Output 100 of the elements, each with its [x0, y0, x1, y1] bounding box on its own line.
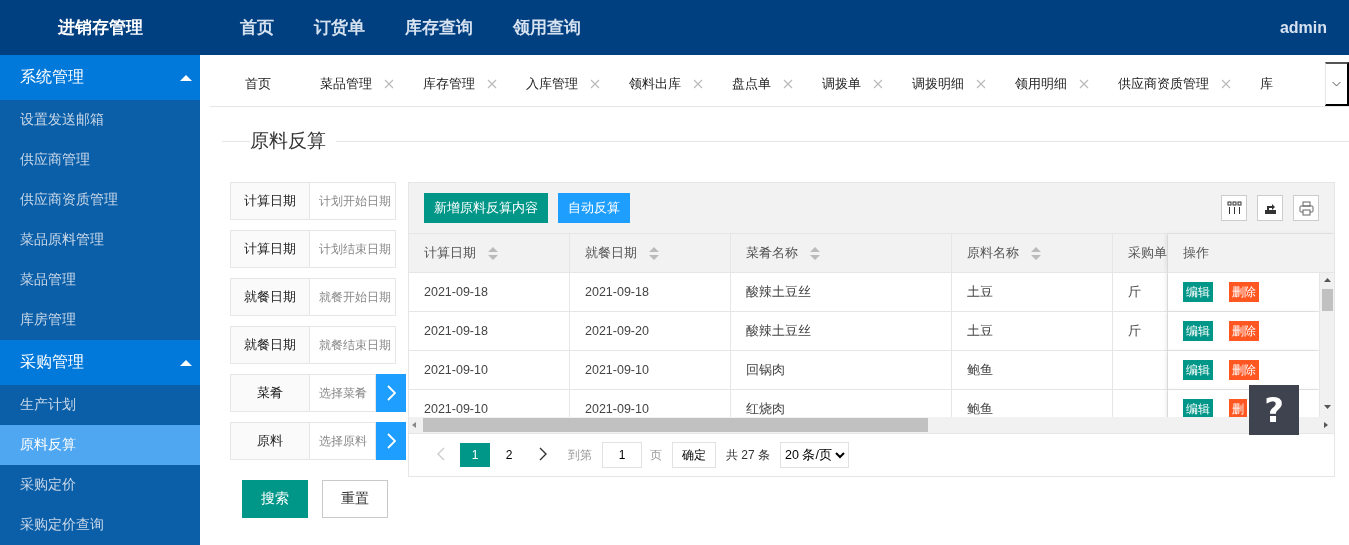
page-input[interactable]: 1	[602, 442, 642, 469]
chevron-right-icon	[386, 385, 396, 401]
menu-item[interactable]: 生产计划	[0, 385, 200, 425]
menu-group[interactable]: 系统管理	[0, 55, 200, 100]
edit-button[interactable]: 编辑	[1183, 282, 1213, 302]
page-tab[interactable]: 供应商资质管理	[1103, 62, 1245, 106]
select-field[interactable]: 选择菜肴	[310, 374, 376, 412]
table-cell: 土豆	[952, 312, 1113, 351]
edit-button[interactable]: 编辑	[1183, 360, 1213, 380]
choose-button[interactable]	[376, 422, 406, 460]
page-title: 原料反算	[249, 129, 327, 153]
menu-group[interactable]: 采购管理	[0, 340, 200, 385]
table-cell: 酸辣土豆丝	[731, 273, 952, 312]
choose-button[interactable]	[376, 374, 406, 412]
nav-link[interactable]: 库存查询	[385, 16, 493, 39]
page-tab[interactable]: 菜品管理	[305, 62, 408, 106]
goto-label: 到第	[568, 446, 592, 464]
menu-item[interactable]: 库房管理	[0, 300, 200, 340]
caret-icon	[180, 358, 192, 367]
page-unit-label: 页	[650, 446, 662, 464]
chevron-down-icon	[1332, 80, 1341, 88]
edit-button[interactable]: 编辑	[1183, 321, 1213, 341]
field-label: 菜肴	[230, 374, 310, 412]
close-icon[interactable]	[1221, 79, 1231, 89]
close-icon[interactable]	[873, 79, 883, 89]
close-icon[interactable]	[783, 79, 793, 89]
close-icon[interactable]	[1079, 79, 1089, 89]
date-field[interactable]: 计划开始日期	[310, 182, 396, 220]
more-tabs-button[interactable]	[1325, 62, 1349, 106]
table-cell: 酸辣土豆丝	[731, 312, 952, 351]
chevron-left-icon	[437, 446, 445, 461]
menu-item[interactable]: 菜品原料管理	[0, 220, 200, 260]
close-icon[interactable]	[693, 79, 703, 89]
edit-button[interactable]: 编辑	[1183, 399, 1213, 418]
sort-icon	[649, 246, 659, 260]
date-field[interactable]: 就餐结束日期	[310, 326, 396, 364]
add-button[interactable]: 新增原料反算内容	[424, 193, 548, 223]
select-field[interactable]: 选择原料	[310, 422, 376, 460]
date-field[interactable]: 计划结束日期	[310, 230, 396, 268]
field-label: 原料	[230, 422, 310, 460]
nav-link[interactable]: 领用查询	[493, 16, 601, 39]
export-button[interactable]	[1257, 195, 1283, 221]
table-cell: 2021-09-20	[570, 312, 731, 351]
menu-item[interactable]: 菜品管理	[0, 260, 200, 300]
column-header: 操作	[1183, 244, 1209, 262]
app-logo: 进销存管理	[56, 17, 144, 39]
field-label: 就餐日期	[230, 278, 310, 316]
vertical-scrollbar[interactable]	[1319, 273, 1334, 418]
nav-link[interactable]: 首页	[220, 16, 294, 39]
menu-item[interactable]: 采购定价查询	[0, 505, 200, 545]
page-tab[interactable]: 盘点单	[717, 62, 807, 106]
field-label: 就餐日期	[230, 326, 310, 364]
user-name[interactable]: admin	[1279, 18, 1327, 37]
table-cell: 斤	[1113, 312, 1168, 351]
reset-button[interactable]: 重置	[322, 480, 388, 518]
table-cell: 回锅肉	[731, 351, 952, 390]
page-button[interactable]: 1	[460, 443, 490, 468]
close-icon[interactable]	[590, 79, 600, 89]
table-cell: 2021-09-10	[570, 351, 731, 390]
sort-icon	[488, 246, 498, 260]
field-label: 计算日期	[230, 230, 310, 268]
search-button[interactable]: 搜索	[242, 480, 308, 518]
page-tab[interactable]: 领用明细	[1000, 62, 1103, 106]
chevron-right-icon	[386, 433, 396, 449]
page-size-select[interactable]: 20 条/页	[780, 442, 849, 469]
print-button[interactable]	[1293, 195, 1319, 221]
menu-item[interactable]: 设置发送邮箱	[0, 100, 200, 140]
date-field[interactable]: 就餐开始日期	[310, 278, 396, 316]
table-cell: 2021-09-18	[409, 273, 570, 312]
page-tab[interactable]: 领料出库	[614, 62, 717, 106]
help-button[interactable]: ?	[1249, 385, 1299, 435]
page-tab[interactable]: 调拨明细	[897, 62, 1000, 106]
menu-item[interactable]: 采购定价	[0, 465, 200, 505]
sort-icon	[1031, 246, 1041, 260]
field-label: 计算日期	[230, 182, 310, 220]
column-header[interactable]: 菜肴名称	[746, 244, 820, 262]
columns-button[interactable]	[1221, 195, 1247, 221]
total-count: 共 27 条	[726, 446, 770, 464]
table-cell: 2021-09-18	[409, 312, 570, 351]
page-tab[interactable]: 库存管理	[408, 62, 511, 106]
menu-item[interactable]: 供应商资质管理	[0, 180, 200, 220]
table-cell: 土豆	[952, 273, 1113, 312]
close-icon[interactable]	[384, 79, 394, 89]
page-tab[interactable]: 入库管理	[511, 62, 614, 106]
page-button[interactable]: 2	[494, 443, 524, 468]
confirm-button[interactable]: 确定	[672, 442, 716, 469]
page-tab[interactable]: 库	[1245, 62, 1287, 106]
page-tab[interactable]: 调拨单	[807, 62, 897, 106]
close-icon[interactable]	[487, 79, 497, 89]
nav-link[interactable]: 订货单	[294, 16, 385, 39]
table-cell: 斤	[1113, 273, 1168, 312]
page-tab[interactable]: 首页	[230, 62, 305, 106]
table-cell: 2021-09-10	[409, 351, 570, 390]
table-cell: 鲍鱼	[952, 351, 1113, 390]
sort-icon	[810, 246, 820, 260]
menu-item[interactable]: 供应商管理	[0, 140, 200, 180]
grid-icon	[1226, 200, 1242, 216]
close-icon[interactable]	[976, 79, 986, 89]
print-icon	[1298, 200, 1314, 216]
chevron-right-icon	[539, 446, 547, 461]
